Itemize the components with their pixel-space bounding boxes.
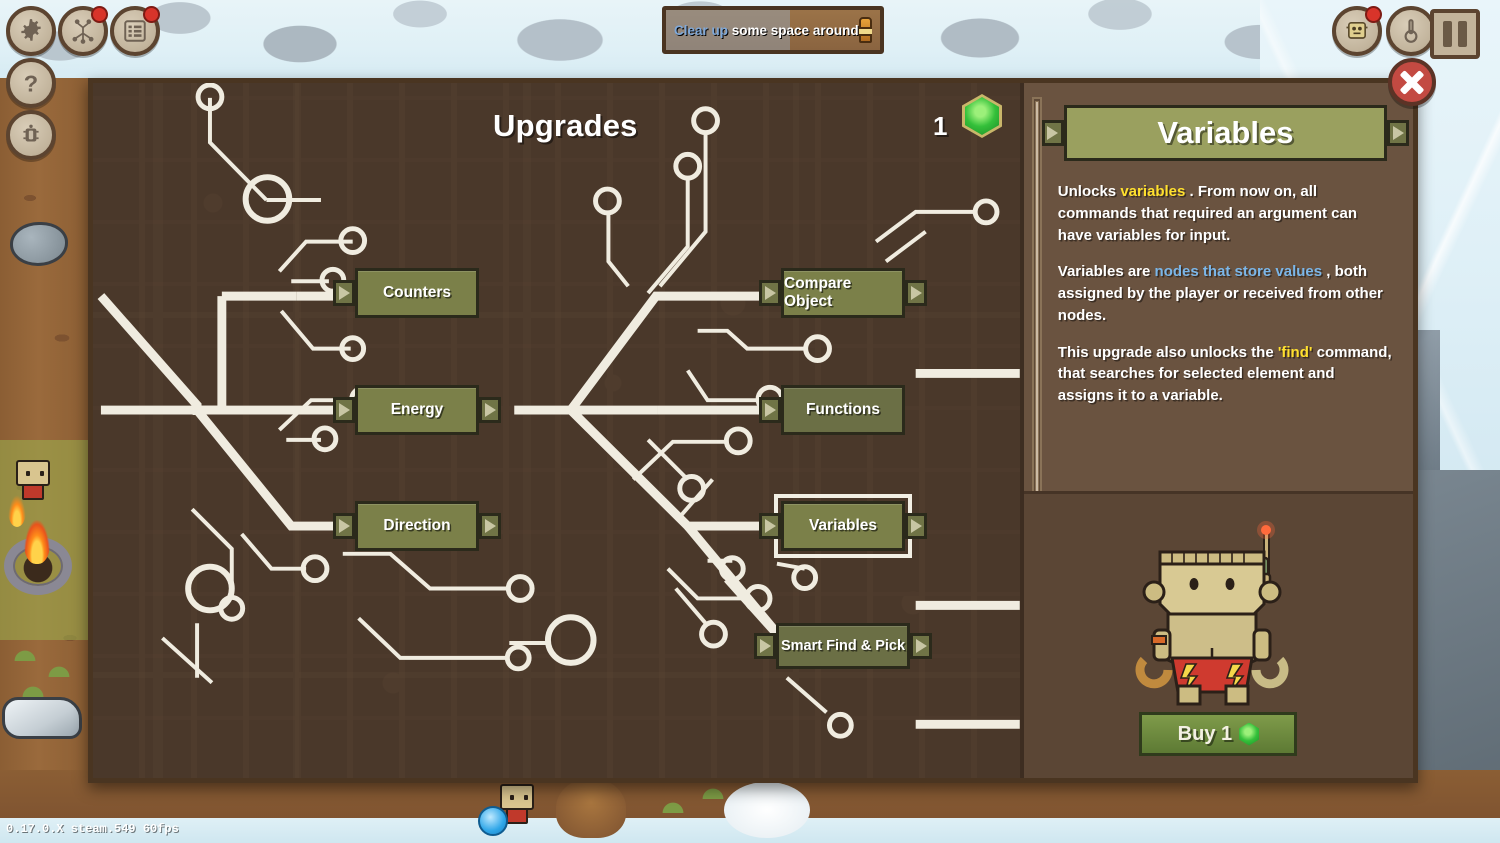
snow-pile — [724, 782, 810, 838]
page-title: Upgrades — [493, 108, 638, 143]
bush — [20, 684, 46, 697]
tech-tree-pane[interactable]: Upgrades 1 Counters Energy Direction Com… — [93, 83, 1024, 778]
description-paragraph: This upgrade also unlocks the 'find' com… — [1058, 342, 1393, 407]
bush — [660, 800, 686, 813]
speed-button[interactable] — [1386, 6, 1436, 56]
text-segment: Variables are — [1057, 263, 1155, 281]
node-label: Variables — [808, 517, 878, 534]
bug-report-button[interactable] — [6, 110, 56, 160]
quest-banner[interactable]: Clear up some space around — [662, 6, 884, 54]
node-plug-right — [910, 633, 932, 659]
node-plug-left — [759, 397, 781, 423]
node-plug-right — [905, 513, 927, 539]
version-status-text: 0.17.0.X steam.549 60fps — [6, 822, 179, 836]
tech-tree-button[interactable] — [58, 6, 108, 56]
pause-bar-right — [1458, 21, 1467, 47]
bush — [46, 664, 72, 677]
title-plug-left — [1041, 120, 1064, 146]
node-plug-left — [333, 513, 355, 539]
list-icon — [124, 20, 146, 42]
highlight-yellow: 'find' — [1277, 343, 1313, 361]
node-label: Direction — [383, 517, 451, 534]
notification-badge — [91, 6, 108, 23]
robot-head — [16, 460, 50, 486]
chest-icon — [858, 17, 873, 43]
description-paragraph: Variables are nodes that store values , … — [1058, 261, 1393, 326]
detail-description: Unlocks variables . From now on, all com… — [1058, 181, 1393, 407]
upgrade-node-smart-find-pick[interactable]: Smart Find & Pick — [754, 623, 932, 669]
currency-amount: 1 — [933, 110, 948, 141]
node-label: Smart Find & Pick — [780, 638, 906, 654]
green-gem-icon — [1239, 722, 1260, 746]
detail-title-plate: Variables — [1041, 105, 1409, 161]
svg-text:?: ? — [24, 71, 38, 97]
node-plug-left — [333, 280, 355, 306]
node-label: Energy — [390, 401, 444, 418]
bush — [700, 786, 726, 799]
upgrades-window: Upgrades 1 Counters Energy Direction Com… — [88, 78, 1418, 783]
node-plug-left — [759, 513, 781, 539]
node-label: Counters — [382, 284, 452, 301]
robots-button[interactable] — [1332, 6, 1382, 56]
upgrade-node-compare-object[interactable]: Compare Object — [759, 268, 927, 318]
robot-icon — [1346, 22, 1368, 39]
detail-title: Variables — [1157, 115, 1294, 150]
upgrade-detail-pane: Variables Unlocks variables . From now o… — [1023, 83, 1413, 778]
node-plug-left — [333, 397, 355, 423]
robot-body — [22, 484, 44, 500]
node-label: Compare Object — [784, 275, 852, 310]
node-plug-right — [479, 513, 501, 539]
help-button[interactable]: ? — [6, 58, 56, 108]
quest-body: some space around — [728, 22, 859, 38]
node-label: Functions — [805, 401, 881, 418]
thermometer-icon — [1404, 19, 1418, 43]
quest-text: Clear up some space around — [674, 23, 859, 38]
upgrade-node-direction[interactable]: Direction — [333, 501, 501, 551]
tree-header: Upgrades 1 — [93, 97, 1020, 151]
circuit-icon — [72, 19, 94, 44]
upgrade-node-functions[interactable]: Functions — [759, 385, 905, 435]
node-plug-right — [905, 280, 927, 306]
upgrade-node-counters[interactable]: Counters — [333, 268, 479, 318]
robot-body — [506, 808, 528, 824]
highlight-blue: nodes that store values — [1154, 263, 1323, 281]
robot-bug-icon — [23, 124, 39, 142]
buy-label: Buy 1 — [1177, 722, 1233, 745]
question-icon: ? — [24, 71, 38, 97]
pause-bar-left — [1443, 21, 1452, 47]
close-button[interactable] — [1388, 58, 1436, 106]
notification-badge — [1365, 6, 1382, 23]
robot-head — [500, 784, 534, 810]
log-button[interactable] — [110, 6, 160, 56]
campfire-flame — [24, 520, 50, 564]
buy-button[interactable]: Buy 1 — [1139, 712, 1298, 756]
bush — [12, 648, 38, 661]
blue-crystal — [478, 806, 508, 836]
settings-button[interactable] — [6, 6, 56, 56]
text-segment: This upgrade also unlocks the — [1057, 343, 1278, 361]
notification-badge — [143, 6, 160, 23]
campfire-flame-small — [8, 495, 26, 527]
upgrade-node-energy[interactable]: Energy — [333, 385, 501, 435]
highlight-yellow: variables — [1120, 183, 1186, 200]
node-plug-left — [759, 280, 781, 306]
node-plug-right — [479, 397, 501, 423]
green-gem-icon — [965, 97, 999, 135]
upgrade-node-variables[interactable]: Variables — [759, 494, 927, 558]
currency-icon-wrap — [965, 97, 999, 140]
title-plug-right — [1387, 120, 1409, 146]
description-paragraph: Unlocks variables . From now on, all com… — [1058, 181, 1393, 246]
detail-portrait-area: Buy 1 — [1023, 491, 1413, 778]
tree-stump — [556, 778, 626, 838]
quest-prefix: Clear up — [674, 22, 729, 38]
white-stone-deposit — [2, 697, 82, 739]
pause-button[interactable] — [1430, 9, 1480, 59]
gear-icon — [21, 19, 41, 41]
node-plug-left — [754, 633, 776, 659]
robot-character-portrait — [1135, 521, 1289, 706]
detail-description-area: Variables Unlocks variables . From now o… — [1024, 83, 1413, 491]
text-segment: Unlocks — [1057, 183, 1121, 200]
